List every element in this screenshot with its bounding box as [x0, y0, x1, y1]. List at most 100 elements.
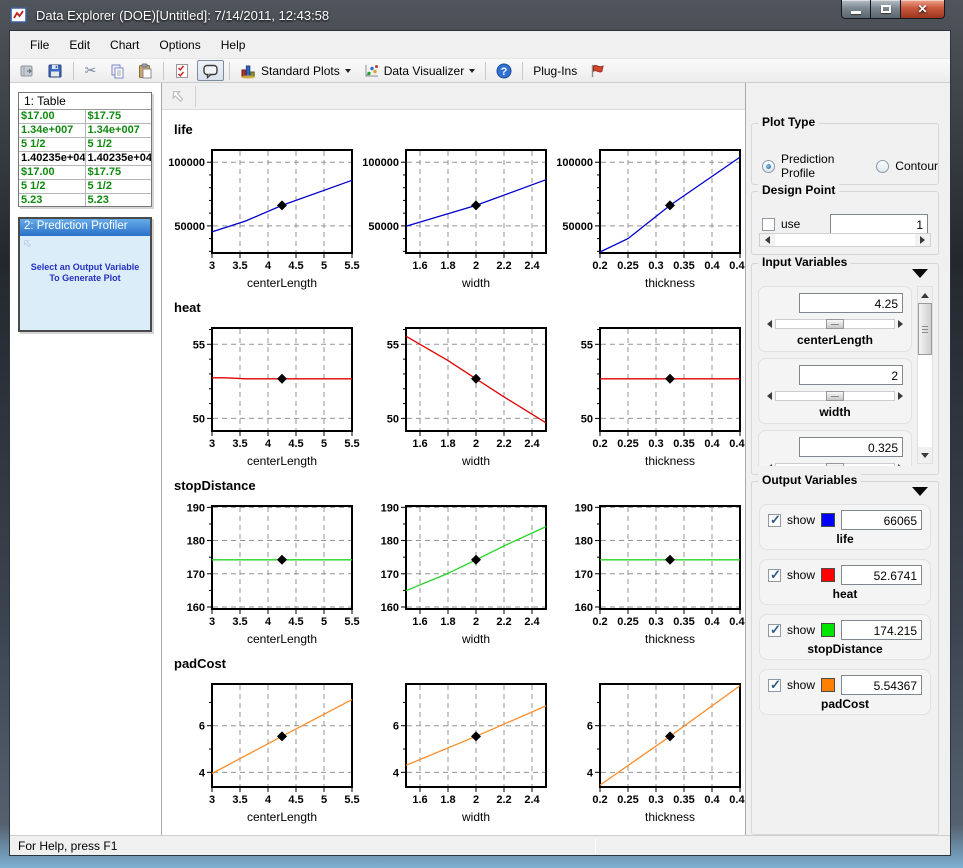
close-button[interactable]: ✕: [900, 0, 945, 19]
table-row: 1.34e+0071.34e+007: [19, 124, 151, 138]
menu-chart[interactable]: Chart: [100, 34, 149, 56]
color-swatch-stopDistance[interactable]: [821, 623, 835, 637]
plot-life-vs-width[interactable]: 1.61.822.22.450000100000width: [356, 142, 546, 292]
show-checkbox-heat[interactable]: [768, 569, 781, 582]
copy-button[interactable]: [104, 60, 130, 81]
input-slider-thickness[interactable]: [767, 463, 903, 466]
slider-thumb[interactable]: [826, 463, 844, 466]
collapse-triangle-icon[interactable]: [912, 269, 928, 278]
minimize-button[interactable]: [841, 0, 871, 19]
svg-text:1.8: 1.8: [440, 794, 455, 806]
design-point-field[interactable]: 1: [830, 214, 928, 234]
scrollbar-thumb[interactable]: [918, 303, 932, 355]
slider-right-arrow-icon[interactable]: [898, 320, 903, 328]
plot-padCost-vs-width[interactable]: 1.61.822.22.446width: [356, 676, 546, 826]
contour-radio[interactable]: [876, 160, 889, 173]
minimize-icon: [851, 11, 861, 14]
table-row: 1.40235e+0411.40235e+041: [19, 152, 151, 166]
plot-heat-vs-thickness[interactable]: 0.20.250.30.350.40.455055thickness: [550, 320, 740, 470]
menu-help[interactable]: Help: [211, 34, 256, 56]
input-variables-scrollbar[interactable]: [917, 286, 933, 464]
output-value-field-padCost[interactable]: 5.54367: [841, 675, 922, 695]
svg-text:4: 4: [587, 767, 594, 779]
slider-track[interactable]: [775, 391, 895, 401]
show-checkbox-life[interactable]: [768, 514, 781, 527]
svg-text:4: 4: [265, 438, 272, 450]
svg-text:2.2: 2.2: [496, 794, 511, 806]
table-cell: $17.75: [86, 166, 152, 179]
plot-life-vs-thickness[interactable]: 0.20.250.30.350.40.4550000100000thicknes…: [550, 142, 740, 292]
slider-thumb[interactable]: [826, 319, 844, 329]
input-variables-title: Input Variables: [758, 255, 851, 269]
comment-button[interactable]: [197, 60, 224, 81]
restore-button[interactable]: [871, 0, 900, 19]
data-visualizer-button[interactable]: Data Visualizer: [358, 60, 480, 81]
cut-button[interactable]: ✂: [79, 60, 102, 81]
toolbar-separator: [485, 62, 486, 80]
paste-button[interactable]: [132, 60, 158, 81]
table-cell: 5 1/2: [19, 180, 86, 193]
color-swatch-life[interactable]: [821, 513, 835, 527]
output-value-field-stopDistance[interactable]: 174.215: [841, 620, 922, 640]
plot-stopDistance-vs-centerLength[interactable]: 33.544.555.5160170180190centerLength: [162, 498, 352, 648]
help-button[interactable]: ?: [491, 60, 517, 81]
input-value-field-centerLength[interactable]: 4.25: [799, 293, 903, 313]
slider-left-arrow-icon[interactable]: [767, 392, 772, 400]
save-button[interactable]: [42, 60, 68, 81]
slider-right-arrow-icon[interactable]: [898, 392, 903, 400]
output-variables-title: Output Variables: [758, 473, 861, 487]
toolbar-separator: [73, 62, 74, 80]
slider-track[interactable]: [775, 463, 895, 466]
checklist-button[interactable]: [169, 60, 195, 81]
slider-right-arrow-icon[interactable]: [898, 464, 903, 466]
show-checkbox-padCost[interactable]: [768, 679, 781, 692]
scroll-left-button[interactable]: [760, 234, 775, 246]
thumbnail-table[interactable]: 1: Table $17.00$17.751.34e+0071.34e+0075…: [18, 92, 152, 207]
output-value-field-life[interactable]: 66065: [841, 510, 922, 530]
plot-padCost-vs-centerLength[interactable]: 33.544.555.546centerLength: [162, 676, 352, 826]
input-value-field-width[interactable]: 2: [799, 365, 903, 385]
scroll-up-button[interactable]: [918, 287, 932, 303]
color-swatch-heat[interactable]: [821, 568, 835, 582]
plot-heat-vs-width[interactable]: 1.61.822.22.45055width: [356, 320, 546, 470]
show-checkbox-stopDistance[interactable]: [768, 624, 781, 637]
slider-track[interactable]: [775, 319, 895, 329]
design-point-scrollbar[interactable]: [759, 233, 931, 247]
plot-heat-vs-centerLength[interactable]: 33.544.555.55055centerLength: [162, 320, 352, 470]
slider-left-arrow-icon[interactable]: [767, 464, 772, 466]
app-icon: [10, 7, 28, 23]
output-value-field-heat[interactable]: 52.6741: [841, 565, 922, 585]
collapse-triangle-icon[interactable]: [912, 487, 928, 496]
open-file-button[interactable]: [14, 60, 40, 81]
output-row-label: padCost: [174, 656, 745, 672]
slider-thumb[interactable]: [826, 391, 844, 401]
input-value-field-thickness[interactable]: 0.325: [799, 437, 903, 457]
plugins-button[interactable]: Plug-Ins: [528, 60, 582, 81]
svg-text:2: 2: [473, 616, 479, 628]
plot-life-vs-centerLength[interactable]: 33.544.555.550000100000centerLength: [162, 142, 352, 292]
menu-edit[interactable]: Edit: [59, 34, 100, 56]
scrollbar-track[interactable]: [918, 303, 932, 447]
menu-file[interactable]: File: [20, 34, 59, 56]
copy-icon: [109, 63, 125, 79]
plugin-flag-icon: [589, 63, 606, 79]
slider-left-arrow-icon[interactable]: [767, 320, 772, 328]
svg-text:2.2: 2.2: [496, 260, 511, 272]
standard-plots-button[interactable]: Standard Plots: [235, 60, 356, 81]
select-tool-button[interactable]: [165, 85, 191, 108]
plot-padCost-vs-thickness[interactable]: 0.20.250.30.350.40.4546thickness: [550, 676, 740, 826]
svg-text:190: 190: [575, 502, 593, 514]
color-swatch-padCost[interactable]: [821, 678, 835, 692]
input-slider-centerLength[interactable]: [767, 319, 903, 329]
input-slider-width[interactable]: [767, 391, 903, 401]
scroll-down-button[interactable]: [918, 447, 932, 463]
plot-stopDistance-vs-width[interactable]: 1.61.822.22.4160170180190width: [356, 498, 546, 648]
plot-stopDistance-vs-thickness[interactable]: 0.20.250.30.350.40.45160170180190thickne…: [550, 498, 740, 648]
design-point-group: Design Point use 1: [751, 191, 939, 255]
plugin-flag-button[interactable]: [584, 60, 611, 81]
scroll-right-button[interactable]: [915, 234, 930, 246]
prediction-profile-radio[interactable]: [762, 160, 775, 173]
thumbnail-prediction-profiler[interactable]: 2: Prediction Profiler Select an Output …: [18, 217, 152, 332]
menu-options[interactable]: Options: [149, 34, 210, 56]
use-checkbox[interactable]: [762, 218, 775, 231]
